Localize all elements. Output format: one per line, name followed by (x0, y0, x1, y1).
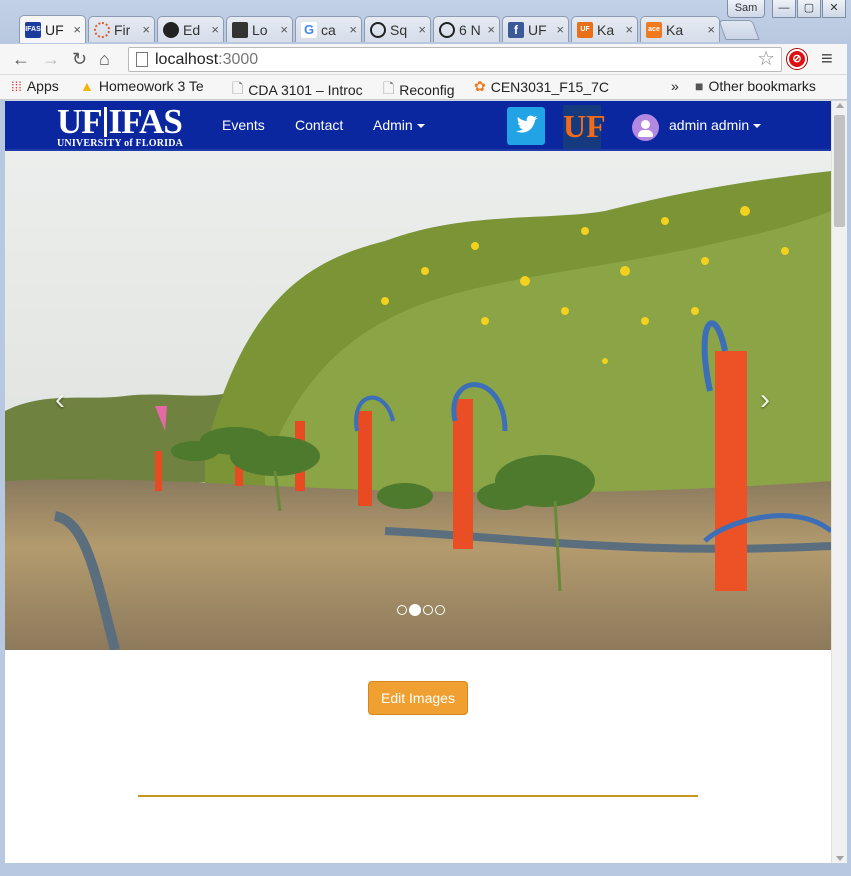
tab-6n[interactable]: 6 N × (433, 16, 500, 42)
back-arrow-icon[interactable]: ← (12, 49, 30, 70)
page-viewport: UF IFAS UNIVERSITY of FLORIDA Events Cont… (5, 101, 831, 863)
carousel-indicators (397, 604, 445, 616)
tab-firebase[interactable]: Fir × (88, 16, 155, 42)
carousel-indicator[interactable] (435, 605, 445, 615)
carousel-prev-chevron-icon[interactable]: ‹ (55, 383, 65, 417)
close-icon[interactable]: × (707, 22, 715, 37)
bookmark-apps[interactable]: ⁞⁞⁞ Apps (11, 78, 59, 94)
profile-button[interactable]: Sam (727, 0, 765, 18)
bookmark-star-icon[interactable]: ☆ (757, 48, 775, 71)
tab-google[interactable]: G ca × (295, 16, 362, 42)
gear-icon: ✿ (474, 78, 486, 94)
url-port: :3000 (218, 51, 259, 68)
carousel-indicator-active[interactable] (409, 604, 421, 616)
nav-events[interactable]: Events (222, 117, 265, 133)
url-host: localhost (155, 51, 219, 68)
close-icon[interactable]: × (349, 22, 357, 37)
maximize-button[interactable]: ▢ (797, 0, 821, 18)
browser-toolbar: ← → ↻ ⌂ localhost:3000 ☆ (0, 44, 851, 75)
facebook-icon: f (508, 21, 524, 38)
tab-ka-ace[interactable]: ace Ka × (640, 16, 720, 42)
address-bar[interactable]: localhost:3000 ☆ (128, 47, 782, 72)
bookmark-cen3031[interactable]: ✿ CEN3031_F15_7C (474, 78, 614, 95)
new-tab-button[interactable] (718, 20, 760, 40)
carousel-indicator[interactable] (397, 605, 407, 615)
nav-contact[interactable]: Contact (295, 117, 343, 133)
circle-x-icon (370, 21, 386, 38)
ifas-favicon-icon: IFAS (25, 21, 41, 38)
uf-ifas-logo[interactable]: UF IFAS UNIVERSITY of FLORIDA (57, 104, 195, 150)
close-icon[interactable]: × (142, 22, 150, 37)
window-frame-bottom (0, 863, 851, 876)
avatar[interactable] (632, 114, 659, 141)
bookmark-other[interactable]: ■ Other bookmarks (695, 78, 816, 94)
github-icon (163, 21, 179, 38)
close-icon[interactable]: × (73, 22, 81, 37)
bookmark-reconfig[interactable]: 🗋 Reconfig (383, 78, 455, 102)
tab-ka-uf[interactable]: UF Ka × (571, 16, 638, 42)
carousel-next-chevron-icon[interactable]: › (760, 383, 770, 417)
page-icon (136, 52, 148, 67)
apps-grid-icon: ⁞⁞⁞ (11, 78, 22, 94)
nav-admin-dropdown[interactable]: Admin (373, 117, 425, 133)
caret-down-icon (753, 124, 762, 128)
bookmark-cda[interactable]: 🗋 CDA 3101 – Introc (232, 78, 372, 102)
scroll-up-arrow-icon[interactable] (836, 103, 844, 108)
scrollbar-thumb[interactable] (834, 115, 845, 227)
adblock-extension-icon[interactable]: ⊘ (787, 49, 807, 69)
close-icon[interactable]: × (211, 22, 219, 37)
carousel-slide-image (5, 151, 831, 650)
minimize-button[interactable]: — (772, 0, 796, 18)
tab-facebook[interactable]: f UF × (502, 16, 569, 42)
drive-icon: ▲ (80, 78, 94, 94)
carousel-indicator[interactable] (423, 605, 433, 615)
tab-lo[interactable]: Lo × (226, 16, 293, 42)
uf-gators-badge[interactable]: UF (563, 105, 606, 149)
firebase-icon (94, 21, 110, 38)
page-icon: 🗋 (232, 80, 244, 96)
close-window-button[interactable]: ✕ (822, 0, 846, 18)
ace-favicon-icon: ace (646, 21, 662, 38)
lock-icon (232, 21, 248, 38)
bookmark-homework[interactable]: ▲ Homeowork 3 Te (80, 78, 220, 94)
close-icon[interactable]: × (280, 22, 288, 37)
page-icon: 🗋 (383, 80, 395, 96)
tab-uf-ifas[interactable]: IFAS UF × (19, 15, 86, 43)
circle-x-icon (439, 21, 455, 38)
page-scrollbar[interactable] (831, 101, 847, 863)
image-carousel: ‹ › (5, 151, 831, 650)
reload-icon[interactable]: ↻ (72, 49, 87, 70)
tab-github[interactable]: Ed × (157, 16, 224, 42)
window-frame-right (847, 44, 851, 876)
tab-sq[interactable]: Sq × (364, 16, 431, 42)
site-navbar: UF IFAS UNIVERSITY of FLORIDA Events Cont… (5, 101, 831, 151)
user-menu-dropdown[interactable]: admin admin (669, 117, 762, 133)
bookmarks-bar: ⁞⁞⁞ Apps ▲ Homeowork 3 Te 🗋 CDA 3101 – I… (0, 75, 851, 100)
section-divider (138, 795, 698, 797)
bookmarks-overflow-chevron[interactable]: » (671, 78, 679, 94)
caret-down-icon (416, 124, 425, 128)
close-icon[interactable]: × (556, 22, 564, 37)
edit-images-button[interactable]: Edit Images (368, 681, 468, 715)
scroll-down-arrow-icon[interactable] (836, 856, 844, 861)
home-icon[interactable]: ⌂ (99, 49, 110, 70)
menu-icon[interactable]: ≡ (821, 48, 833, 71)
close-icon[interactable]: × (418, 22, 426, 37)
twitter-icon[interactable] (507, 107, 545, 145)
google-icon: G (301, 21, 317, 38)
close-icon[interactable]: × (487, 22, 495, 37)
tab-strip: Sam — ▢ ✕ IFAS UF × Fir × Ed × Lo × G ca… (0, 0, 851, 44)
folder-icon: ■ (695, 78, 704, 94)
forward-arrow-icon[interactable]: → (42, 49, 60, 70)
uf-favicon-icon: UF (577, 21, 593, 38)
close-icon[interactable]: × (625, 22, 633, 37)
